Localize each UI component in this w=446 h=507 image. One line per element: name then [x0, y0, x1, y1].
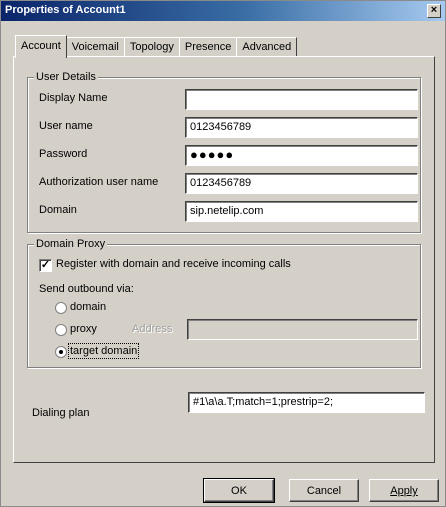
user-details-group-label: User Details: [34, 71, 98, 83]
cancel-button[interactable]: Cancel: [289, 479, 359, 502]
radio-target-domain-label[interactable]: target domain: [67, 343, 140, 359]
user-details-group: User Details Display Name User name 0123…: [27, 71, 421, 233]
radio-target-domain[interactable]: [55, 346, 67, 358]
close-icon[interactable]: ×: [427, 4, 441, 18]
window-title: Properties of Account1: [5, 4, 126, 16]
display-name-label: Display Name: [39, 92, 108, 104]
domain-field[interactable]: sip.netelip.com: [185, 201, 418, 222]
radio-domain-label[interactable]: domain: [70, 301, 106, 313]
ok-button[interactable]: OK: [203, 478, 275, 503]
radio-proxy-label[interactable]: proxy: [70, 323, 97, 335]
user-name-field[interactable]: 0123456789: [185, 117, 418, 138]
dialing-plan-label: Dialing plan: [32, 407, 90, 419]
user-name-label: User name: [39, 120, 93, 132]
register-checkbox[interactable]: ✓: [39, 259, 52, 272]
radio-domain[interactable]: [55, 302, 67, 314]
address-field[interactable]: [187, 319, 418, 340]
properties-dialog: Properties of Account1 × Account Voicema…: [0, 0, 446, 507]
tab-presence[interactable]: Presence: [178, 37, 238, 57]
tab-strip: Account Voicemail Topology Presence Adva…: [15, 35, 298, 58]
send-outbound-label: Send outbound via:: [39, 283, 134, 295]
domain-proxy-group-label: Domain Proxy: [34, 238, 108, 250]
password-label: Password: [39, 148, 88, 160]
password-field[interactable]: ●●●●●: [185, 145, 418, 166]
register-label[interactable]: Register with domain and receive incomin…: [56, 258, 291, 270]
dialing-plan-field[interactable]: #1\a\a.T;match=1;prestrip=2;: [188, 392, 425, 413]
domain-proxy-group: Domain Proxy ✓ Register with domain and …: [27, 238, 421, 368]
auth-user-name-field[interactable]: 0123456789: [185, 173, 418, 194]
tab-advanced[interactable]: Advanced: [236, 37, 298, 57]
tab-voicemail[interactable]: Voicemail: [65, 37, 125, 57]
radio-proxy[interactable]: [55, 324, 67, 336]
address-label: Address: [132, 323, 173, 335]
account-tab-panel: User Details Display Name User name 0123…: [13, 56, 435, 463]
auth-user-name-label: Authorization user name: [39, 176, 159, 188]
domain-label: Domain: [39, 204, 77, 216]
display-name-field[interactable]: [185, 89, 418, 110]
apply-button[interactable]: Apply: [369, 479, 439, 502]
tab-topology[interactable]: Topology: [123, 37, 180, 57]
title-bar[interactable]: Properties of Account1 ×: [1, 1, 445, 21]
tab-account[interactable]: Account: [15, 35, 67, 58]
